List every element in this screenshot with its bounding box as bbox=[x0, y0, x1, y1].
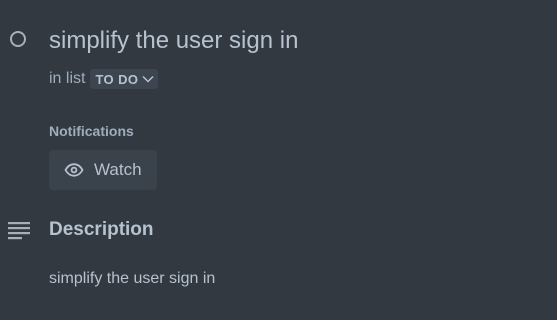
description-lines-icon bbox=[8, 222, 30, 240]
list-info: in list TO DO bbox=[49, 68, 159, 90]
list-name: TO DO bbox=[95, 71, 139, 87]
watch-button[interactable]: Watch bbox=[49, 150, 157, 190]
description-text[interactable]: simplify the user sign in bbox=[49, 270, 215, 288]
notifications-heading: Notifications bbox=[49, 123, 134, 139]
list-prefix: in list bbox=[49, 70, 86, 87]
description-heading: Description bbox=[49, 219, 154, 240]
card-title[interactable]: simplify the user sign in bbox=[49, 25, 298, 57]
chevron-down-icon bbox=[142, 75, 154, 83]
mark-complete-circle-icon[interactable] bbox=[10, 31, 26, 47]
list-select-dropdown[interactable]: TO DO bbox=[90, 69, 159, 89]
watch-label: Watch bbox=[94, 160, 142, 179]
eye-icon bbox=[64, 163, 84, 177]
